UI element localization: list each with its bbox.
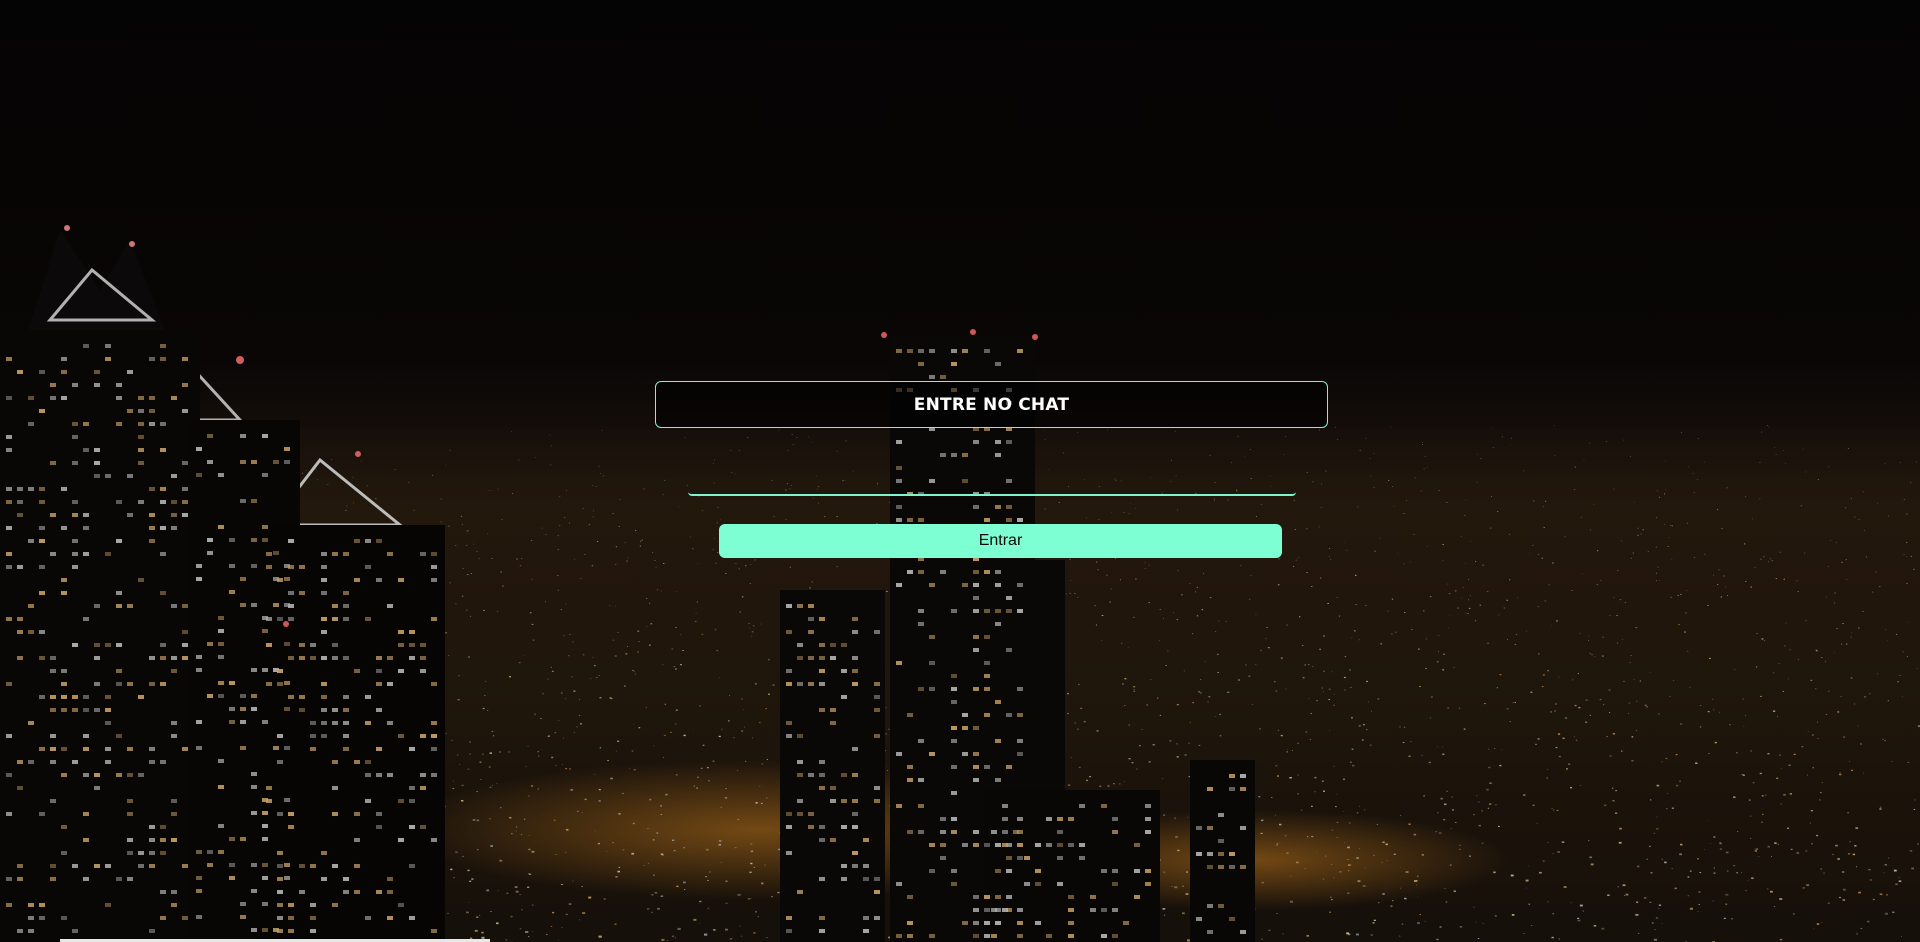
enter-button[interactable]: Entrar <box>719 524 1282 558</box>
chat-title-box: ENTRE NO CHAT <box>655 381 1328 428</box>
name-input[interactable] <box>688 466 1296 496</box>
page-title: ENTRE NO CHAT <box>913 394 1070 415</box>
